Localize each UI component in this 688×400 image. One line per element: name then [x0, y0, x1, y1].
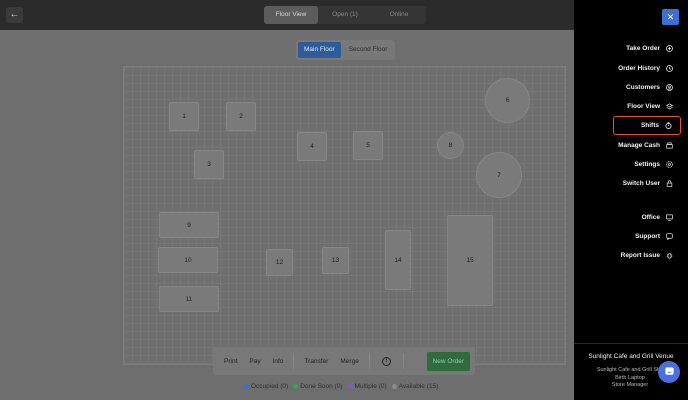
table-8[interactable]: 8 — [437, 132, 464, 159]
menu-settings[interactable]: Settings — [613, 155, 681, 174]
transfer-button[interactable]: Transfer — [298, 358, 334, 365]
menu-manage-cash[interactable]: Manage Cash — [613, 136, 681, 155]
status-dot-icon — [347, 384, 353, 389]
new-order-button[interactable]: New Order — [426, 351, 470, 371]
menu-item-label: Floor View — [627, 103, 660, 110]
tab-open[interactable]: Open (1) — [318, 6, 372, 24]
table-1[interactable]: 1 — [169, 102, 199, 131]
menu-item-label: Manage Cash — [618, 142, 660, 149]
table-5[interactable]: 5 — [353, 131, 383, 160]
menu-divider — [574, 343, 688, 344]
menu-order-history[interactable]: Order History — [613, 59, 681, 78]
menu-customers[interactable]: Customers — [613, 78, 681, 97]
gear-icon — [666, 161, 673, 168]
tab-floor-view[interactable]: Floor View — [264, 6, 318, 24]
status-dot-icon — [244, 384, 249, 389]
info-button[interactable]: Info — [267, 358, 290, 365]
menu-shifts[interactable]: Shifts — [613, 116, 681, 135]
merge-button[interactable]: Merge — [334, 358, 364, 365]
table-15[interactable]: 15 — [447, 215, 493, 306]
history-icon — [666, 65, 673, 72]
venue-name: Sunlight Cafe and Grill Venue — [588, 353, 674, 360]
divider — [293, 353, 295, 369]
floor-plan-grid: 1 2 3 4 5 6 7 8 9 10 11 12 13 14 15 — [123, 66, 566, 365]
menu-item-label: Switch User — [622, 180, 660, 187]
live-chat-button[interactable] — [658, 361, 680, 383]
table-4[interactable]: 4 — [297, 132, 327, 161]
table-12[interactable]: 12 — [266, 249, 293, 276]
chat-icon — [666, 233, 673, 240]
table-10[interactable]: 10 — [158, 247, 218, 273]
status-legend: Occupied (0) Done Soon (0) Multiple (0) … — [244, 383, 438, 390]
close-button[interactable]: ✕ — [662, 9, 679, 25]
print-button[interactable]: Print — [218, 358, 243, 365]
pay-button[interactable]: Pay — [243, 358, 266, 365]
tab-main-floor[interactable]: Main Floor — [298, 42, 341, 58]
divider — [368, 353, 370, 369]
menu-item-label: Take Order — [626, 45, 660, 52]
status-dot-icon — [391, 384, 397, 389]
action-bar: Print Pay Info Transfer Merge ! New Orde… — [213, 347, 475, 375]
view-tabs: Floor View Open (1) Online — [264, 6, 426, 24]
menu-item-label: Report Issue — [620, 252, 660, 259]
chat-bubble-icon — [664, 366, 675, 379]
stopwatch-icon — [665, 122, 672, 129]
legend-label: Available (15) — [398, 383, 439, 390]
tab-second-floor[interactable]: Second Floor — [343, 42, 394, 58]
table-11[interactable]: 11 — [159, 286, 219, 312]
table-14[interactable]: 14 — [385, 230, 411, 290]
user-circle-icon — [666, 84, 673, 91]
venue-role: Store Manager — [611, 382, 649, 388]
cash-register-icon — [666, 142, 673, 149]
monitor-icon — [666, 214, 673, 221]
status-dot-icon — [293, 384, 299, 389]
menu-floor-view[interactable]: Floor View — [613, 97, 681, 116]
plus-circle-icon — [666, 45, 673, 52]
menu-item-label: Support — [635, 233, 660, 240]
tab-online[interactable]: Online — [372, 6, 426, 24]
menu-switch-user[interactable]: Switch User — [613, 174, 681, 193]
lock-icon — [666, 180, 673, 187]
table-6[interactable]: 6 — [485, 78, 530, 123]
arrow-left-icon: ← — [9, 9, 20, 20]
menu-office[interactable]: Office — [613, 208, 681, 227]
legend-label: Multiple (0) — [354, 383, 387, 390]
legend-label: Done Soon (0) — [300, 383, 343, 390]
table-9[interactable]: 9 — [159, 212, 219, 238]
legend-label: Occupied (0) — [251, 383, 289, 390]
table-13[interactable]: 13 — [322, 247, 349, 274]
legend-occupied: Occupied (0) — [244, 383, 288, 390]
legend-multiple: Multiple (0) — [347, 383, 387, 390]
menu-take-order[interactable]: Take Order — [613, 39, 681, 58]
top-bar: ← Floor View Open (1) Online — [0, 0, 574, 30]
menu-item-label: Customers — [626, 84, 660, 91]
legend-done-soon: Done Soon (0) — [293, 383, 343, 390]
menu-item-label: Shifts — [640, 122, 659, 129]
table-3[interactable]: 3 — [194, 150, 224, 179]
menu-support[interactable]: Support — [613, 227, 681, 246]
divider — [402, 353, 404, 369]
bug-icon — [666, 252, 673, 259]
legend-available: Available (15) — [391, 383, 439, 390]
menu-item-label: Settings — [634, 161, 660, 168]
layers-icon — [666, 103, 673, 110]
info-circle-icon[interactable]: ! — [381, 356, 391, 366]
menu-report-issue[interactable]: Report Issue — [613, 246, 681, 265]
close-icon: ✕ — [666, 12, 675, 22]
floor-tabs: Main Floor Second Floor — [296, 40, 396, 60]
table-2[interactable]: 2 — [226, 102, 256, 131]
menu-item-label: Office — [641, 214, 660, 221]
back-button[interactable]: ← — [6, 7, 23, 23]
menu-item-label: Order History — [618, 65, 660, 72]
table-7[interactable]: 7 — [476, 152, 522, 198]
